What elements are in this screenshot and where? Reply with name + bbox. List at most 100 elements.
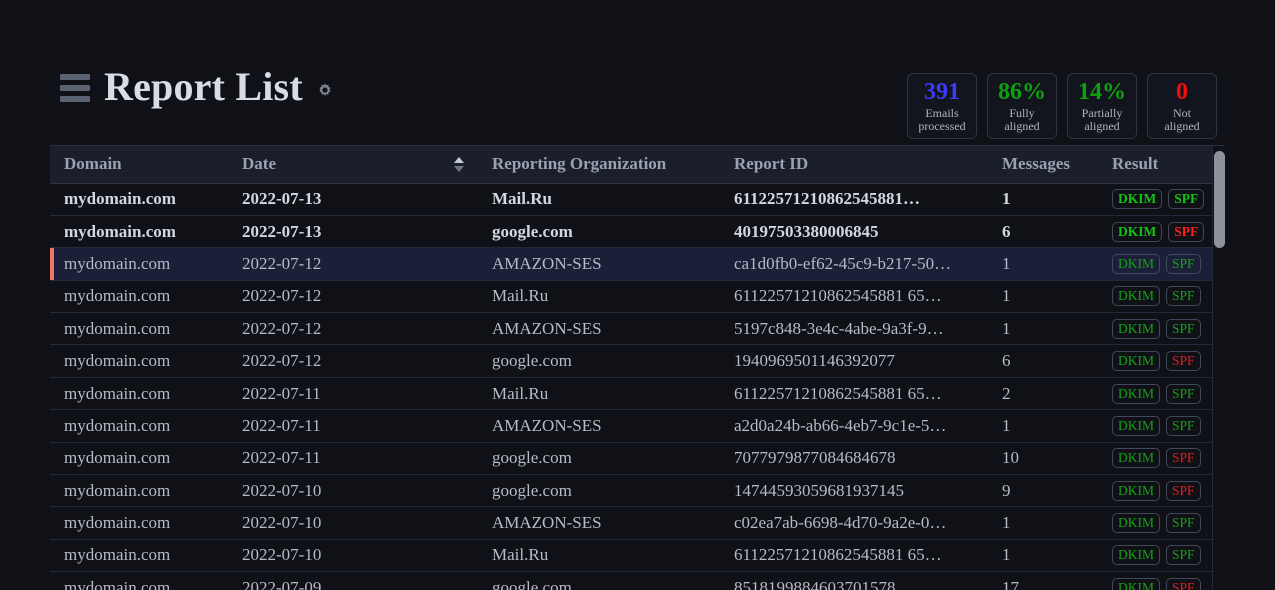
cell-report-id: 61122571210862545881 65… (734, 286, 942, 306)
report-table-container[interactable]: Domain Date Reporting Organization Repor… (50, 145, 1225, 590)
cell-messages: 1 (1002, 513, 1011, 533)
cell-domain: mydomain.com (64, 415, 171, 435)
column-header-result[interactable]: Result (1098, 146, 1225, 184)
cell-date: 2022-07-12 (242, 253, 322, 273)
result-badges: DKIM SPF (1112, 415, 1225, 436)
table-row[interactable]: mydomain.com 2022-07-11 AMAZON-SES a2d0a24b… (50, 409, 1225, 443)
result-badges: DKIM SPF (1112, 480, 1225, 501)
cell-result: DKIM SPF (1098, 248, 1225, 280)
status-badge-spf: SPF (1166, 351, 1201, 372)
cell-date: 2022-07-11 (242, 383, 321, 403)
table-header: Domain Date Reporting Organization Repor… (50, 146, 1225, 184)
column-header-messages[interactable]: Messages (988, 146, 1098, 184)
status-badge-dkim: DKIM (1112, 253, 1160, 274)
hamburger-menu-icon[interactable] (60, 71, 92, 105)
cell-result: DKIM SPF (1098, 280, 1225, 312)
cell-result: DKIM SPF (1098, 539, 1225, 571)
cell-messages: 10 (1002, 448, 1019, 468)
stat-label: Not aligned (1164, 107, 1199, 133)
column-header-label: Result (1112, 154, 1159, 174)
status-badge-dkim: DKIM (1112, 513, 1160, 534)
cell-reporting-organization: AMAZON-SES (492, 415, 602, 435)
stat-card-partially-aligned: 14% Partially aligned (1067, 73, 1137, 139)
table-scrollbar-thumb[interactable] (1214, 151, 1225, 248)
status-badge-dkim: DKIM (1112, 383, 1160, 404)
table-row[interactable]: mydomain.com 2022-07-12 AMAZON-SES 5197c848… (50, 312, 1225, 345)
cell-reporting-organization: google.com (492, 221, 573, 241)
table-row[interactable]: mydomain.com 2022-07-13 google.com 40197503… (50, 215, 1225, 248)
table-row[interactable]: mydomain.com 2022-07-11 Mail.Ru 61122571210… (50, 377, 1225, 410)
cell-date: 2022-07-12 (242, 286, 322, 306)
table-row[interactable]: mydomain.com 2022-07-12 AMAZON-SES ca1d0fb0… (50, 247, 1225, 281)
cell-date: 2022-07-11 (242, 448, 321, 468)
cell-reporting-organization: google.com (492, 351, 572, 371)
gear-icon[interactable] (315, 80, 335, 100)
table-row[interactable]: mydomain.com 2022-07-10 AMAZON-SES c02ea7ab… (50, 506, 1225, 540)
column-header-label: Reporting Organization (492, 154, 667, 174)
table-row[interactable]: mydomain.com 2022-07-10 google.com 14744593… (50, 474, 1225, 507)
status-badge-spf: SPF (1166, 577, 1201, 590)
table-row[interactable]: mydomain.com 2022-07-09 google.com 85181998… (50, 571, 1225, 590)
cell-date: 2022-07-10 (242, 480, 322, 500)
cell-messages: 9 (1002, 480, 1011, 500)
cell-result: DKIM SPF (1098, 475, 1225, 507)
column-header-date[interactable]: Date (228, 146, 478, 184)
cell-domain: mydomain.com (64, 448, 171, 468)
stat-label-line2: processed (918, 119, 966, 133)
status-badge-spf: SPF (1166, 286, 1201, 307)
cell-result: DKIM SPF (1098, 442, 1225, 474)
status-badge-dkim: DKIM (1112, 545, 1160, 566)
table-row[interactable]: mydomain.com 2022-07-11 google.com 70779798… (50, 442, 1225, 475)
cell-reporting-organization: Mail.Ru (492, 189, 552, 209)
cell-domain: mydomain.com (64, 221, 176, 241)
table-row[interactable]: mydomain.com 2022-07-12 Mail.Ru 61122571210… (50, 280, 1225, 313)
stat-label-line2: aligned (1164, 119, 1200, 133)
stat-card-emails-processed: 391 Emails processed (907, 73, 977, 139)
cell-messages: 1 (1002, 318, 1011, 338)
result-badges: DKIM SPF (1112, 351, 1225, 372)
status-badge-dkim: DKIM (1112, 351, 1160, 372)
result-badges: DKIM SPF (1112, 221, 1225, 242)
table-body: mydomain.com 2022-07-13 Mail.Ru 61122571210… (50, 183, 1225, 590)
cell-date: 2022-07-09 (242, 577, 322, 590)
table-scrollbar-track[interactable] (1212, 146, 1225, 590)
cell-result: DKIM SPF (1098, 572, 1225, 590)
cell-report-id: 61122571210862545881 65… (734, 545, 942, 565)
result-badges: DKIM SPF (1112, 318, 1225, 339)
status-badge-spf: SPF (1166, 253, 1201, 274)
top-bar: Report List 391 Emails processed 86% Ful… (0, 0, 1275, 145)
result-badges: DKIM SPF (1112, 577, 1225, 590)
cell-domain: mydomain.com (64, 351, 171, 371)
cell-result: DKIM SPF (1098, 410, 1225, 442)
cell-reporting-organization: google.com (492, 577, 572, 590)
stat-label: Fully aligned (1004, 107, 1039, 133)
status-badge-spf: SPF (1166, 448, 1201, 469)
table-row[interactable]: mydomain.com 2022-07-13 Mail.Ru 61122571210… (50, 183, 1225, 216)
status-badge-dkim: DKIM (1112, 577, 1160, 590)
status-badge-spf: SPF (1166, 318, 1201, 339)
table-row[interactable]: mydomain.com 2022-07-10 Mail.Ru 61122571210… (50, 539, 1225, 572)
cell-domain: mydomain.com (64, 318, 171, 338)
status-badge-dkim: DKIM (1112, 318, 1160, 339)
column-header-reporting-organization[interactable]: Reporting Organization (478, 146, 720, 184)
cell-result: DKIM SPF (1098, 345, 1225, 377)
cell-domain: mydomain.com (64, 286, 171, 306)
status-badge-spf: SPF (1168, 221, 1205, 242)
cell-messages: 1 (1002, 415, 1011, 435)
summary-stats: 391 Emails processed 86% Fully aligned 1… (907, 73, 1217, 139)
cell-report-id: 5197c848-3e4c-4abe-9a3f-9… (734, 318, 944, 338)
column-header-report-id[interactable]: Report ID (720, 146, 988, 184)
status-badge-spf: SPF (1166, 480, 1201, 501)
table-row[interactable]: mydomain.com 2022-07-12 google.com 19409695… (50, 344, 1225, 378)
stat-label: Emails processed (918, 107, 965, 133)
cell-reporting-organization: AMAZON-SES (492, 318, 602, 338)
status-badge-spf: SPF (1166, 383, 1201, 404)
cell-messages: 17 (1002, 577, 1019, 590)
stat-value: 14% (1078, 79, 1126, 105)
cell-messages: 1 (1002, 286, 1011, 306)
sort-toggle-icon[interactable] (454, 155, 464, 173)
status-badge-dkim: DKIM (1112, 448, 1160, 469)
column-header-label: Domain (64, 154, 122, 174)
column-header-domain[interactable]: Domain (50, 146, 228, 184)
cell-report-id: 40197503380006845 (734, 221, 879, 241)
